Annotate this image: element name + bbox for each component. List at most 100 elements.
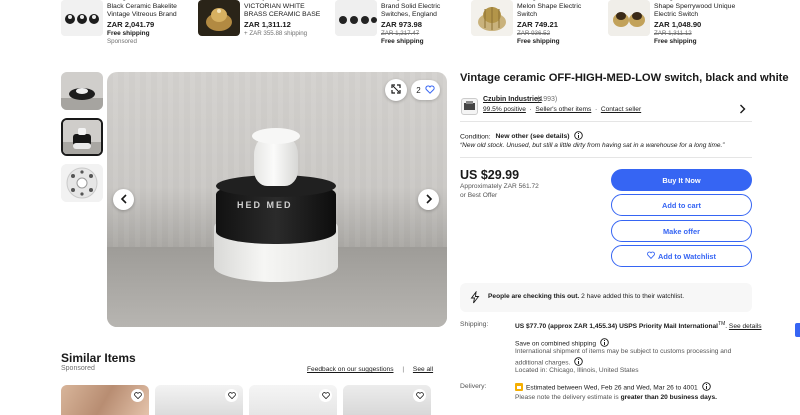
add-to-cart-button[interactable]: Add to cart (611, 194, 752, 216)
notice-bold-text: People are checking this out. (488, 293, 580, 300)
seller-name-link[interactable]: Czubin Industries (483, 96, 542, 103)
carousel-item-title[interactable]: Vintage Brass Ceramic Melon Shape Electr… (517, 0, 601, 20)
carousel-item-price: ZAR 749.21 (517, 20, 558, 29)
carousel-item[interactable]: Vintage Bakelite Switches Black Ceramic … (61, 0, 191, 62)
recommended-carousel: Vintage Bakelite Switches Black Ceramic … (0, 0, 800, 62)
carousel-item-image[interactable] (471, 0, 513, 36)
combined-shipping-text: Save on combined shipping (515, 340, 597, 348)
similar-items-heading: Similar Items (61, 351, 136, 365)
heart-icon[interactable] (413, 389, 426, 402)
item-location: Located in: Chicago, Illinois, United St… (515, 367, 639, 374)
contact-seller-link[interactable]: Contact seller (601, 106, 641, 113)
switch-knob-top (252, 128, 300, 144)
delivery-note-bold: greater than 20 business days. (620, 394, 717, 401)
delivery-label: Delivery: (460, 383, 487, 390)
notice-text: 2 have added this to their watchlist. (579, 293, 685, 300)
carousel-item-title[interactable]: ANTIQUE OLD VINTAGE VICTORIAN WHITE BRAS… (244, 0, 328, 20)
chevron-left-icon (120, 191, 128, 209)
carousel-item-title[interactable]: Vintage Bakelite Switches Black Ceramic … (107, 0, 191, 20)
trademark: TM (718, 321, 726, 327)
delivery-estimate: Estimated between Wed, Feb 26 and Wed, M… (515, 382, 711, 393)
carousel-item-image[interactable] (198, 0, 240, 36)
expand-icon (391, 81, 401, 99)
carousel-item-shipping: Free shipping (381, 38, 424, 46)
carousel-item-old-price: ZAR 1,311.12 (654, 29, 692, 37)
divider (460, 157, 752, 158)
seller-feedback-count: (1993) (537, 96, 558, 103)
similar-item-card[interactable] (343, 385, 431, 415)
shipping-line: US $77.70 (approx ZAR 1,455.34) USPS Pri… (515, 323, 719, 331)
seller-logo[interactable] (461, 98, 478, 115)
similar-item-card[interactable] (155, 385, 243, 415)
heart-icon[interactable] (319, 389, 332, 402)
heart-icon[interactable] (225, 389, 238, 402)
see-details-link[interactable]: See details (729, 323, 762, 330)
carousel-item-price: ZAR 1,311.12 (244, 20, 291, 29)
main-product-photo[interactable]: HED MED (107, 72, 447, 327)
carousel-item-image[interactable] (608, 0, 650, 36)
carousel-item-image[interactable] (335, 0, 377, 36)
similar-item-card[interactable] (61, 385, 149, 415)
gallery-thumbnail[interactable] (61, 72, 103, 110)
gallery-thumbnail-active[interactable] (61, 118, 103, 156)
feedback-tab[interactable] (795, 323, 800, 337)
similar-item-card[interactable] (249, 385, 337, 415)
gallery-thumbnail[interactable] (61, 164, 103, 202)
condition-description: “New old stock. Unused, but still a litt… (460, 142, 725, 149)
heart-icon[interactable] (131, 389, 144, 402)
carousel-item[interactable]: Vintage Brass Ceramic Melon Shape Electr… (471, 0, 601, 62)
delivery-note-text: Please note the delivery estimate is (515, 394, 621, 401)
watchers-notice: People are checking this out. 2 have add… (460, 283, 752, 312)
carousel-item-title[interactable]: Vintage Brass Ceramic Melon Shape Sperry… (654, 0, 758, 20)
carousel-item-image[interactable] (61, 0, 103, 36)
seller-positive-link[interactable]: 99.5% positive (483, 106, 526, 113)
delivery-note: Please note the delivery estimate is gre… (515, 394, 717, 401)
seller-card[interactable]: Czubin Industries (1993) 99.5% positive … (460, 96, 752, 118)
carousel-item-shipping: Free shipping (517, 38, 560, 46)
see-all-link[interactable]: See all (413, 366, 433, 373)
chevron-right-icon (425, 191, 433, 209)
carousel-item-old-price: ZAR 1,217.47 (381, 29, 420, 37)
make-offer-button[interactable]: Make offer (611, 220, 752, 242)
carousel-item[interactable]: Vintage Ceramic Vitreous Brand Solid Ele… (335, 0, 465, 62)
watch-count: 2 (416, 85, 421, 95)
next-photo-button[interactable] (418, 189, 439, 210)
photo-watch-button[interactable]: 2 (411, 80, 440, 100)
carousel-item-sponsored: Sponsored (107, 38, 137, 46)
carousel-item-price: ZAR 1,048.90 (654, 20, 702, 29)
similar-items-sponsored: Sponsored (61, 365, 95, 372)
heart-icon (647, 251, 655, 261)
add-to-watchlist-button[interactable]: Add to Watchlist (611, 245, 752, 267)
approx-price: Approximately ZAR 561.72 (460, 183, 539, 190)
condition-value: New other (see details) (495, 133, 570, 141)
add-to-watchlist-label: Add to Watchlist (657, 251, 717, 261)
switch-markings: HED MED (237, 200, 293, 210)
carousel-item-shipping: Free shipping (654, 38, 697, 46)
previous-photo-button[interactable] (113, 189, 134, 210)
carousel-item[interactable]: ANTIQUE OLD VINTAGE VICTORIAN WHITE BRAS… (198, 0, 328, 62)
shipping-cost: US $77.70 (approx ZAR 1,455.34) USPS Pri… (515, 321, 762, 331)
carousel-item-shipping: + ZAR 355.88 shipping (244, 29, 308, 37)
carousel-item-title[interactable]: Vintage Ceramic Vitreous Brand Solid Ele… (381, 0, 465, 20)
info-icon[interactable] (574, 131, 584, 142)
carousel-item[interactable]: Vintage Brass Ceramic Melon Shape Sperry… (608, 0, 758, 62)
item-price: US $29.99 (460, 168, 520, 182)
feedback-link[interactable]: Feedback on our suggestions (307, 366, 394, 373)
separator: | (402, 366, 405, 373)
delivery-estimate-text: Estimated between Wed, Feb 26 and Wed, M… (526, 384, 698, 392)
expand-photo-button[interactable] (385, 79, 407, 101)
carousel-item-shipping: Free shipping (107, 29, 150, 37)
condition-row: Condition: New other (see details) (460, 131, 584, 142)
chevron-right-icon[interactable] (739, 101, 746, 119)
international-note-line1: International shipment of items may be s… (515, 348, 732, 355)
divider (460, 121, 752, 122)
listing-title: Vintage ceramic OFF-HIGH-MED-LOW switch,… (460, 72, 789, 84)
shipping-label: Shipping: (460, 321, 489, 328)
carousel-item-price: ZAR 2,041.79 (107, 20, 155, 29)
info-icon[interactable] (701, 382, 711, 393)
calendar-icon (515, 382, 523, 393)
seller-other-items-link[interactable]: Seller's other items (535, 106, 591, 113)
carousel-item-old-price: ZAR 936.52 (517, 29, 551, 37)
condition-label: Condition: (460, 133, 491, 141)
buy-it-now-button[interactable]: Buy It Now (611, 169, 752, 191)
